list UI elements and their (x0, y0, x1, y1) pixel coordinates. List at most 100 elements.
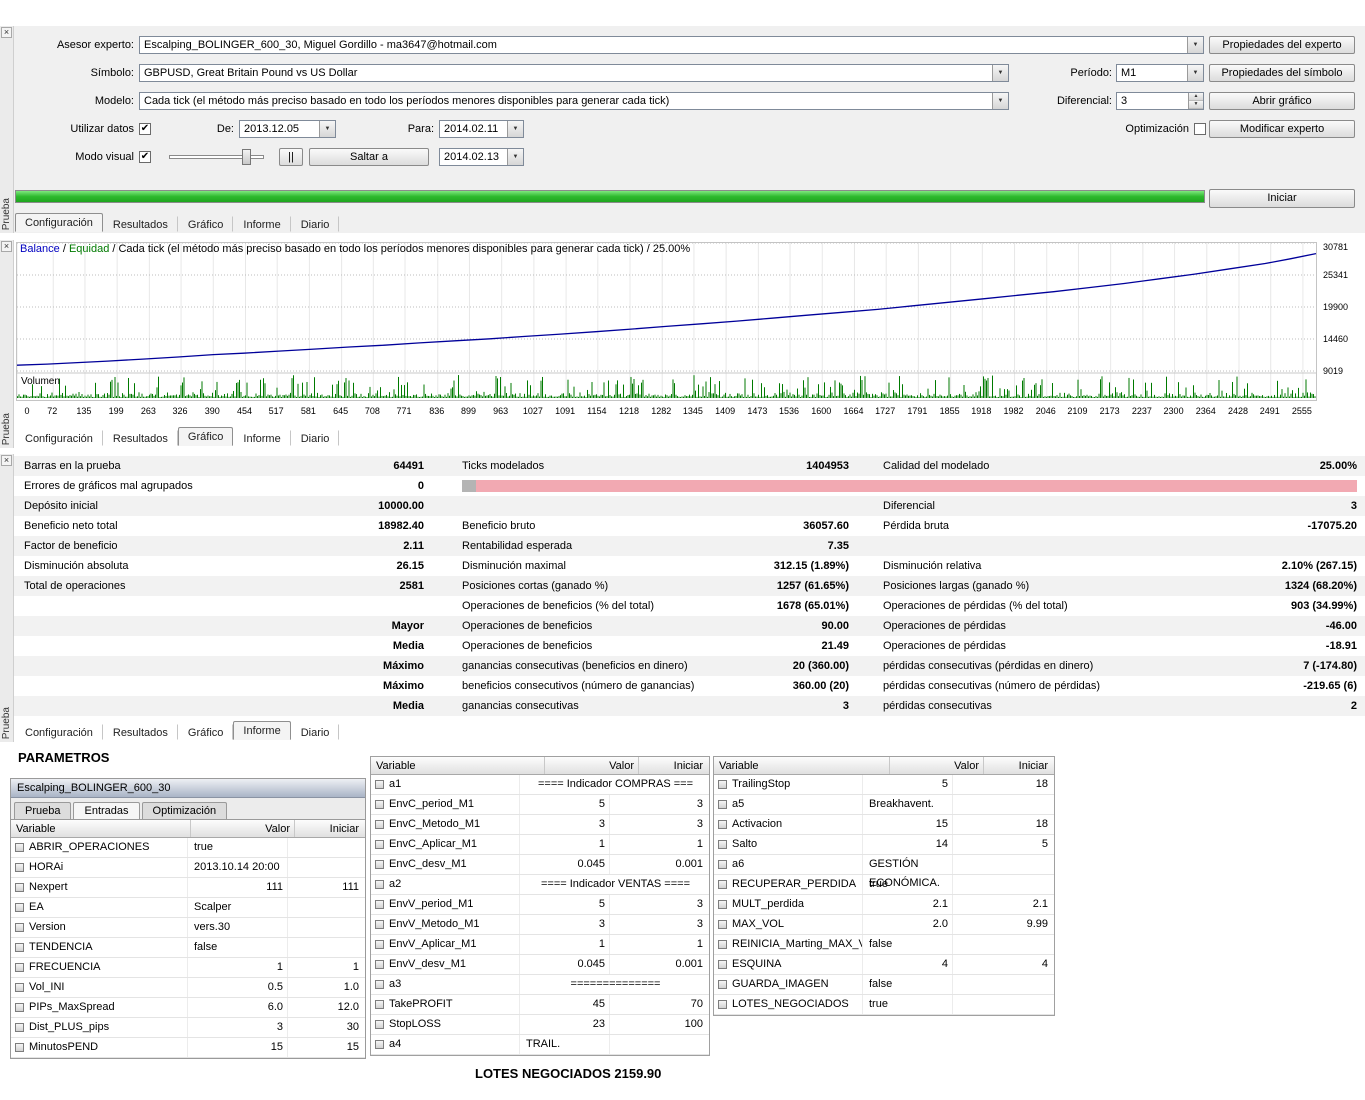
param-value[interactable]: 3 (187, 1018, 287, 1037)
column-header-valor[interactable]: Valor (545, 757, 639, 774)
chevron-down-icon[interactable]: ▼ (992, 93, 1008, 109)
param-value[interactable]: true (862, 995, 952, 1014)
param-value[interactable]: 1 (519, 935, 609, 954)
modify-expert-button[interactable]: Modificar experto (1209, 120, 1355, 138)
tab-informe[interactable]: Informe (233, 721, 290, 740)
tab-resultados[interactable]: Resultados (103, 216, 178, 232)
spinner-arrows[interactable]: ▲ ▼ (1188, 93, 1203, 109)
tab-diario[interactable]: Diario (291, 430, 340, 446)
param-start-value[interactable]: 0.001 (609, 955, 709, 974)
tab-informe[interactable]: Informe (233, 216, 290, 232)
open-chart-button[interactable]: Abrir gráfico (1209, 92, 1355, 110)
param-value[interactable]: true (862, 875, 952, 894)
model-combo[interactable]: Cada tick (el método más preciso basado … (139, 92, 1009, 110)
tab-gráfico[interactable]: Gráfico (178, 216, 233, 232)
param-start-value[interactable]: 1 (609, 935, 709, 954)
tab-resultados[interactable]: Resultados (103, 724, 178, 740)
param-start-value[interactable]: 4 (952, 955, 1054, 974)
param-checkbox[interactable] (375, 820, 384, 829)
column-header-valor[interactable]: Valor (890, 757, 984, 774)
param-checkbox[interactable] (15, 903, 24, 912)
balance-plot[interactable] (16, 242, 1317, 401)
param-start-value[interactable] (287, 918, 365, 937)
symbol-combo[interactable]: GBPUSD, Great Britain Pound vs US Dollar… (139, 64, 1009, 82)
param-checkbox[interactable] (15, 943, 24, 952)
param-start-value[interactable]: 18 (952, 775, 1054, 794)
param-value[interactable]: TRAIL. (519, 1035, 609, 1054)
expert-combo[interactable]: Escalping_BOLINGER_600_30, Miguel Gordil… (139, 36, 1204, 54)
param-value[interactable]: 2.0 (862, 915, 952, 934)
param-value[interactable]: 23 (519, 1015, 609, 1034)
column-header-variable[interactable]: Variable (11, 820, 191, 837)
param-checkbox[interactable] (375, 840, 384, 849)
param-value[interactable]: true (187, 838, 287, 857)
chevron-down-icon[interactable]: ▼ (319, 121, 335, 137)
param-value[interactable]: 2.1 (862, 895, 952, 914)
param-value[interactable]: 45 (519, 995, 609, 1014)
param-checkbox[interactable] (718, 940, 727, 949)
chevron-down-icon[interactable]: ▼ (1187, 65, 1203, 81)
param-checkbox[interactable] (718, 840, 727, 849)
column-header-variable[interactable]: Variable (714, 757, 890, 774)
param-start-value[interactable] (287, 938, 365, 957)
chevron-down-icon[interactable]: ▼ (992, 65, 1008, 81)
param-start-value[interactable]: 100 (609, 1015, 709, 1034)
optimization-checkbox[interactable] (1194, 123, 1206, 135)
param-value[interactable]: 2013.10.14 20:00 (187, 858, 287, 877)
param-value[interactable]: 15 (862, 815, 952, 834)
param-value[interactable]: 5 (519, 895, 609, 914)
param-value[interactable]: 0.045 (519, 955, 609, 974)
column-header-iniciar[interactable]: Iniciar (639, 757, 709, 774)
close-icon[interactable]: × (1, 241, 12, 252)
use-date-checkbox[interactable]: ✔ (139, 123, 151, 135)
param-checkbox[interactable] (718, 960, 727, 969)
param-start-value[interactable]: 18 (952, 815, 1054, 834)
param-checkbox[interactable] (375, 980, 384, 989)
param-checkbox[interactable] (15, 923, 24, 932)
param-value[interactable]: 3 (519, 915, 609, 934)
param-start-value[interactable]: 3 (609, 915, 709, 934)
param-value[interactable]: 111 (187, 878, 287, 897)
param-start-value[interactable]: 9.99 (952, 915, 1054, 934)
param-checkbox[interactable] (15, 883, 24, 892)
param-checkbox[interactable] (375, 1020, 384, 1029)
pause-button[interactable]: || (279, 148, 303, 166)
param-value[interactable]: false (862, 975, 952, 994)
column-header-variable[interactable]: Variable (371, 757, 545, 774)
param-value[interactable]: 14 (862, 835, 952, 854)
spin-down-icon[interactable]: ▼ (1189, 101, 1203, 109)
tab-informe[interactable]: Informe (233, 430, 290, 446)
param-checkbox[interactable] (718, 860, 727, 869)
from-date-combo[interactable]: 2013.12.05 ▼ (239, 120, 336, 138)
param-checkbox[interactable] (15, 983, 24, 992)
param-checkbox[interactable] (15, 963, 24, 972)
param-checkbox[interactable] (718, 1000, 727, 1009)
param-value[interactable]: vers.30 (187, 918, 287, 937)
param-value[interactable]: 6.0 (187, 998, 287, 1017)
param-start-value[interactable] (952, 935, 1054, 954)
param-checkbox[interactable] (718, 780, 727, 789)
param-start-value[interactable]: 12.0 (287, 998, 365, 1017)
period-combo[interactable]: M1 ▼ (1116, 64, 1204, 82)
param-start-value[interactable]: 5 (952, 835, 1054, 854)
param-start-value[interactable] (952, 975, 1054, 994)
expert-properties-button[interactable]: Propiedades del experto (1209, 36, 1355, 54)
param-checkbox[interactable] (375, 880, 384, 889)
speed-slider-thumb[interactable] (242, 149, 251, 165)
param-value[interactable]: Breakhavent. (862, 795, 952, 814)
close-icon[interactable]: × (1, 455, 12, 466)
param-start-value[interactable]: 15 (287, 1038, 365, 1057)
chevron-down-icon[interactable]: ▼ (507, 121, 523, 137)
param-checkbox[interactable] (375, 900, 384, 909)
start-button[interactable]: Iniciar (1209, 189, 1355, 208)
to-date-combo[interactable]: 2014.02.11 ▼ (439, 120, 524, 138)
tab-gráfico[interactable]: Gráfico (178, 427, 233, 446)
param-value[interactable]: 15 (187, 1038, 287, 1057)
param-start-value[interactable]: 1 (287, 958, 365, 977)
param-checkbox[interactable] (718, 800, 727, 809)
param-value[interactable]: 5 (519, 795, 609, 814)
param-checkbox[interactable] (15, 1003, 24, 1012)
param-checkbox[interactable] (15, 1023, 24, 1032)
param-value[interactable]: 3 (519, 815, 609, 834)
expert-tab-prueba[interactable]: Prueba (14, 802, 71, 819)
